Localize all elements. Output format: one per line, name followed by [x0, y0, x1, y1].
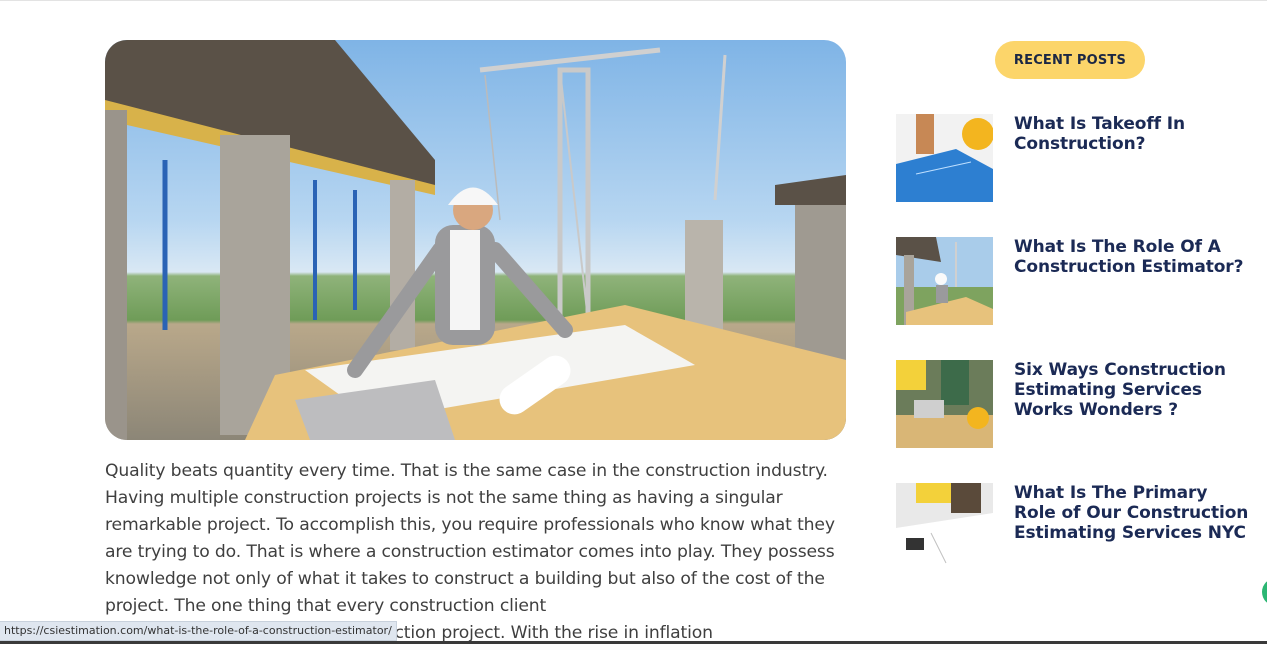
- top-divider: [0, 0, 1267, 1]
- recent-post-item[interactable]: Six Ways Construction Estimating Service…: [896, 360, 1256, 448]
- recent-post-item[interactable]: What Is Takeoff In Construction?: [896, 114, 1256, 202]
- site-engineer-thumbnail-icon[interactable]: [896, 237, 993, 325]
- recent-post-title[interactable]: What Is The Primary Role of Our Construc…: [1014, 483, 1254, 543]
- recent-post-title[interactable]: What Is Takeoff In Construction?: [1014, 114, 1254, 154]
- recent-posts-heading: RECENT POSTS: [995, 41, 1145, 79]
- plans-review-thumbnail-icon[interactable]: [896, 483, 993, 571]
- status-bar-url: https://csiestimation.com/what-is-the-ro…: [0, 621, 397, 641]
- blueprint-thumbnail-icon[interactable]: [896, 114, 993, 202]
- team-meeting-thumbnail-icon[interactable]: [896, 360, 993, 448]
- construction-scene-illustration: [105, 40, 846, 440]
- article-paragraph: Quality beats quantity every time. That …: [105, 461, 835, 616]
- hero-image: [105, 40, 846, 440]
- recent-post-title[interactable]: What Is The Role Of A Construction Estim…: [1014, 237, 1254, 277]
- article-body: Quality beats quantity every time. That …: [105, 458, 847, 647]
- recent-post-item[interactable]: What Is The Role Of A Construction Estim…: [896, 237, 1256, 325]
- chat-widget-button[interactable]: [1262, 578, 1267, 606]
- recent-post-item[interactable]: What Is The Primary Role of Our Construc…: [896, 483, 1256, 571]
- recent-post-title[interactable]: Six Ways Construction Estimating Service…: [1014, 360, 1254, 420]
